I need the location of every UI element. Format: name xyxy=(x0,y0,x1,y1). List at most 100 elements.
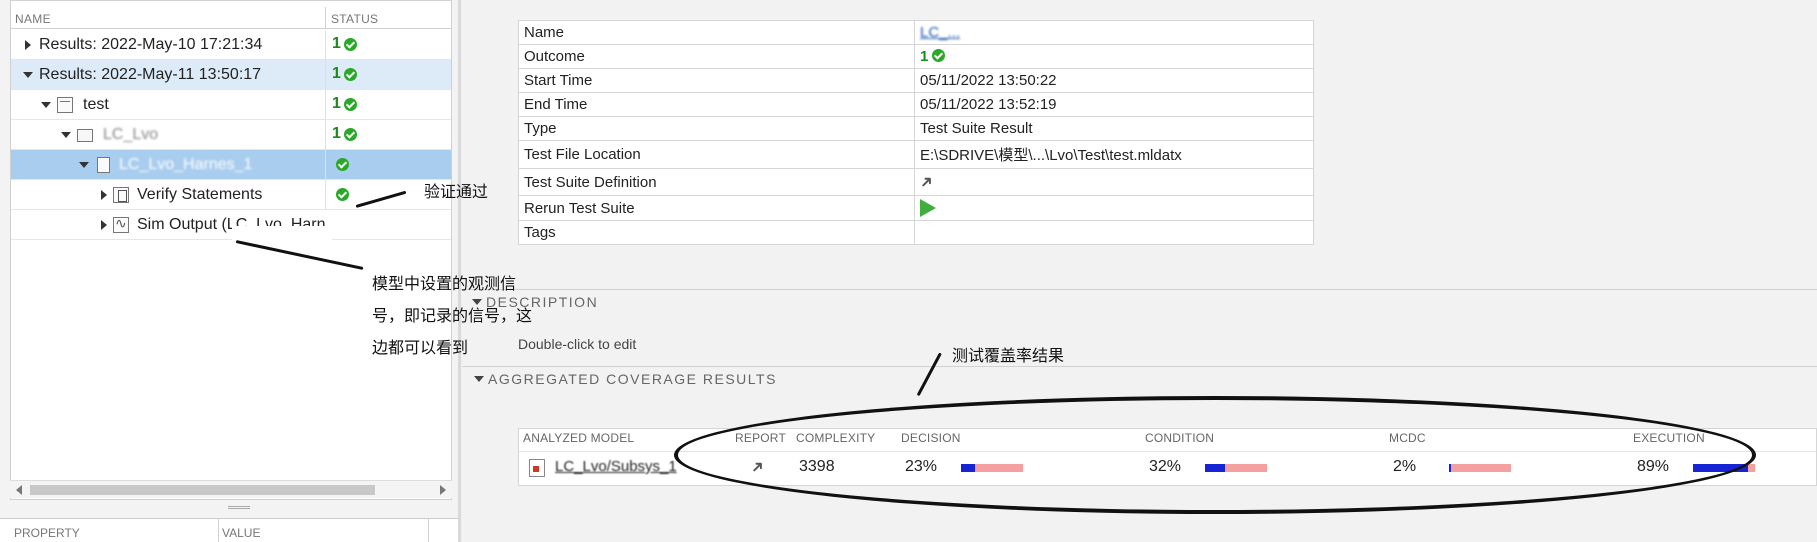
collapse-arrow-icon[interactable] xyxy=(79,162,89,168)
collapse-arrow-icon[interactable] xyxy=(23,72,33,78)
outcome-count: 1 xyxy=(920,48,929,65)
collapse-arrow-icon[interactable] xyxy=(474,376,484,382)
expand-arrow-icon[interactable] xyxy=(25,40,31,50)
info-row-test-suite-definition: Test Suite Definition ➜ xyxy=(518,168,1314,196)
col-analyzed-model: ANALYZED MODEL xyxy=(523,431,635,445)
check-icon xyxy=(344,68,357,81)
info-row-outcome: Outcome 1 xyxy=(518,44,1314,69)
status-cell: 1 xyxy=(325,30,451,59)
result-info-table: Name LC_... Outcome 1 Start Time 05/11/2… xyxy=(518,20,1314,246)
pass-count: 1 xyxy=(332,65,341,82)
status-cell xyxy=(325,210,451,239)
collapse-arrow-icon[interactable] xyxy=(41,102,51,108)
check-icon xyxy=(932,49,946,62)
column-header-property[interactable]: PROPERTY xyxy=(14,526,80,540)
info-value: LC_... xyxy=(914,20,1314,45)
horizontal-scrollbar[interactable] xyxy=(10,480,452,498)
scroll-left-icon[interactable] xyxy=(16,485,22,495)
tree-row-label: test xyxy=(83,96,109,113)
results-tree: NAME STATUS Results: 2022-May-10 17:21:3… xyxy=(10,0,452,500)
info-key: End Time xyxy=(518,92,915,117)
status-cell: 1 xyxy=(325,90,451,119)
tree-row-sim-output[interactable]: Sim Output (LC_Lvo_Harn xyxy=(11,210,451,240)
info-key: Start Time xyxy=(518,68,915,93)
info-value: ➜ xyxy=(914,168,1314,196)
annotation-area xyxy=(342,148,452,178)
info-key: Rerun Test Suite xyxy=(518,194,915,222)
model-icon xyxy=(529,459,545,477)
column-header-value[interactable]: VALUE xyxy=(222,526,260,540)
section-divider xyxy=(462,366,1817,367)
tree-row-test[interactable]: test 1 xyxy=(11,90,451,120)
status-cell: 1 xyxy=(325,120,451,149)
tree-row-verify-statements[interactable]: Verify Statements xyxy=(11,180,451,210)
section-divider xyxy=(462,289,1817,290)
analyzed-model-link[interactable]: LC_Lvo/Subsys_1 xyxy=(555,458,677,475)
pass-count: 1 xyxy=(332,95,341,112)
pass-count: 1 xyxy=(332,125,341,142)
tree-row-label: Verify Statements xyxy=(137,186,263,203)
play-icon[interactable] xyxy=(920,199,936,218)
annotation-sim-output-line1: 模型中设置的观测信 xyxy=(372,276,517,293)
section-title: AGGREGATED COVERAGE RESULTS xyxy=(488,371,777,387)
info-key: Type xyxy=(518,116,915,141)
info-value: 1 xyxy=(914,44,1314,69)
info-value: 05/11/2022 13:50:22 xyxy=(914,68,1314,93)
pass-count: 1 xyxy=(332,35,341,52)
info-row-test-file-location: Test File Location E:\SDRIVE\模型\...\Lvo\… xyxy=(518,140,1314,169)
info-value: E:\SDRIVE\模型\...\Lvo\Test\test.mldatx xyxy=(914,140,1314,169)
property-panel: PROPERTY VALUE xyxy=(0,518,460,542)
tree-header: NAME STATUS xyxy=(11,7,451,29)
verify-icon xyxy=(113,187,129,203)
info-key: Name xyxy=(518,20,915,45)
column-divider xyxy=(428,519,429,542)
tree-row-label: LC_Lvo xyxy=(103,126,159,143)
test-file-icon xyxy=(57,97,73,113)
tree-row-results-2022-may-11[interactable]: Results: 2022-May-11 13:50:17 1 xyxy=(11,60,451,90)
annotation-coverage-results: 测试覆盖率结果 xyxy=(952,348,1065,365)
info-row-name: Name LC_... xyxy=(518,20,1314,45)
column-header-name[interactable]: NAME xyxy=(15,12,51,26)
expand-arrow-icon[interactable] xyxy=(101,190,107,200)
tree-row-label: LC_Lvo_Harnes_1 xyxy=(119,156,253,173)
description-text[interactable]: Double-click to edit xyxy=(518,336,636,352)
info-key: Test File Location xyxy=(518,140,915,169)
info-value: 05/11/2022 13:52:19 xyxy=(914,92,1314,117)
annotation-mask xyxy=(232,226,332,244)
info-key: Tags xyxy=(518,220,915,246)
info-row-rerun-test-suite: Rerun Test Suite xyxy=(518,194,1314,222)
annotation-verify-passed: 验证通过 xyxy=(424,184,489,201)
info-row-type: Type Test Suite Result xyxy=(518,116,1314,141)
coverage-section-header[interactable]: AGGREGATED COVERAGE RESULTS xyxy=(474,371,777,387)
annotation-sim-output-line3: 边都可以看到 xyxy=(372,340,469,357)
info-row-end-time: End Time 05/11/2022 13:52:19 xyxy=(518,92,1314,117)
panel-splitter-handle[interactable] xyxy=(228,506,250,509)
column-divider xyxy=(218,519,219,542)
arrow-icon[interactable]: ➜ xyxy=(915,170,939,194)
info-key: Test Suite Definition xyxy=(518,168,915,196)
tree-row-test-suite[interactable]: LC_Lvo 1 xyxy=(11,120,451,150)
status-cell: 1 xyxy=(325,60,451,89)
waveform-icon xyxy=(113,215,129,233)
column-header-status[interactable]: STATUS xyxy=(331,12,378,26)
expand-arrow-icon[interactable] xyxy=(101,220,107,230)
check-icon xyxy=(336,188,349,201)
column-divider xyxy=(325,7,326,29)
scrollbar-thumb[interactable] xyxy=(30,485,375,495)
collapse-arrow-icon[interactable] xyxy=(61,132,71,138)
folder-icon xyxy=(77,129,93,142)
name-link[interactable]: LC_... xyxy=(920,24,960,41)
tree-row-label: Results: 2022-May-11 13:50:17 xyxy=(39,66,262,83)
annotation-ellipse xyxy=(674,396,1756,514)
tree-row-results-2022-may-10[interactable]: Results: 2022-May-10 17:21:34 1 xyxy=(11,30,451,60)
scroll-right-icon[interactable] xyxy=(440,485,446,495)
annotation-sim-output-line2: 号，即记录的信号，这 xyxy=(372,308,533,325)
info-row-start-time: Start Time 05/11/2022 13:50:22 xyxy=(518,68,1314,93)
tree-row-label: Results: 2022-May-10 17:21:34 xyxy=(39,36,263,53)
check-icon xyxy=(344,98,357,111)
info-value[interactable] xyxy=(914,220,1314,246)
document-icon xyxy=(97,157,110,173)
check-icon xyxy=(344,38,357,51)
check-icon xyxy=(344,128,357,141)
info-value: Test Suite Result xyxy=(914,116,1314,141)
